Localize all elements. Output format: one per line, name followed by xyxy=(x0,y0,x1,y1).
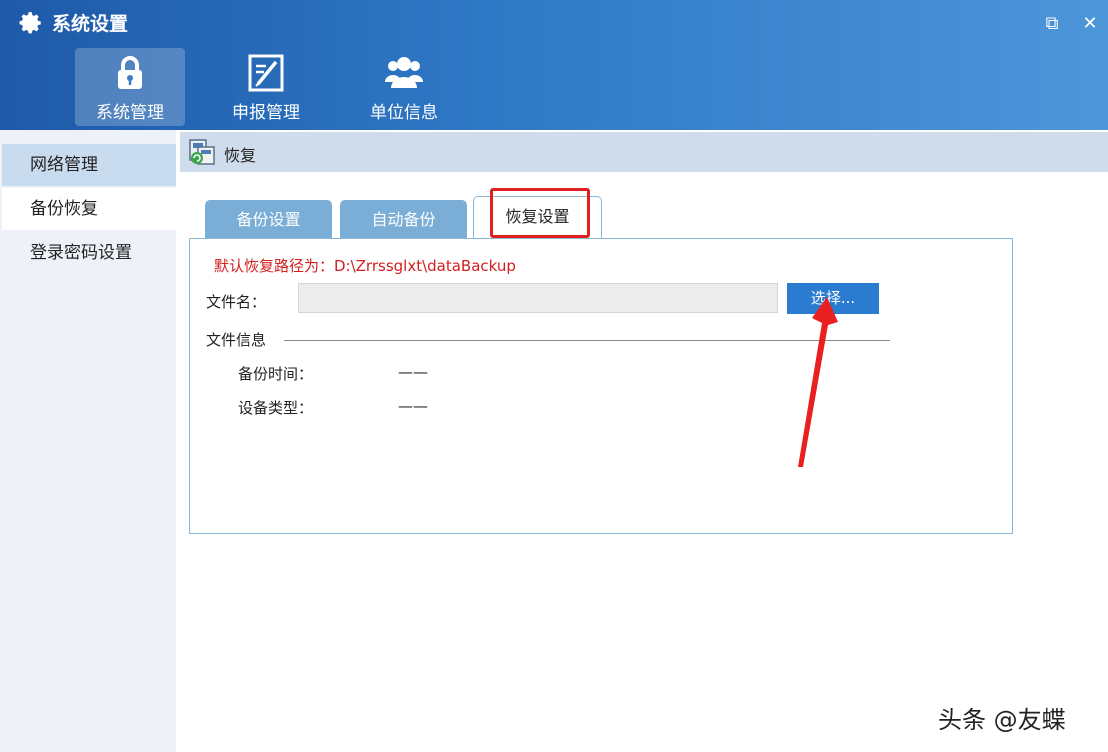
watermark: 头条 @友蝶 xyxy=(938,706,1066,734)
breadcrumb-label: 恢复 xyxy=(224,146,257,165)
choose-file-button[interactable]: 选择... xyxy=(787,283,879,314)
window-title: 系统设置 xyxy=(52,13,129,35)
tab-backup-settings[interactable]: 备份设置 xyxy=(205,200,332,240)
restore-icon xyxy=(189,139,215,165)
filename-label: 文件名： xyxy=(206,293,267,311)
backup-time-label: 备份时间： xyxy=(238,365,314,383)
content-area: 恢复 备份设置 自动备份 恢复设置 默认恢复路径为：D:\Zrrssglxt\d… xyxy=(176,130,1108,752)
main-tab-system-management[interactable]: 系统管理 xyxy=(75,48,185,126)
header-bar: 系统设置 ⧉ ✕ 系统管理 申报管理 单位信息 xyxy=(0,0,1108,130)
divider xyxy=(284,340,890,341)
lock-icon xyxy=(118,56,142,89)
main-tab-unit-info[interactable]: 单位信息 xyxy=(349,48,459,126)
annotation-highlight-box xyxy=(490,188,590,238)
main-tab-label: 单位信息 xyxy=(370,103,438,123)
default-restore-path: 默认恢复路径为：D:\Zrrssglxt\dataBackup xyxy=(214,257,516,275)
sidebar-item-login-password[interactable]: 登录密码设置 xyxy=(2,232,176,274)
restore-window-button[interactable]: ⧉ xyxy=(1040,12,1064,36)
sidebar-item-network-management[interactable]: 网络管理 xyxy=(2,144,176,186)
restore-settings-panel: 默认恢复路径为：D:\Zrrssglxt\dataBackup 文件名： 选择.… xyxy=(189,238,1013,534)
tab-auto-backup[interactable]: 自动备份 xyxy=(340,200,467,240)
main-tab-declaration-management[interactable]: 申报管理 xyxy=(211,48,321,126)
system-settings-window: 系统设置 ⧉ ✕ 系统管理 申报管理 单位信息 网络管理 备份恢复 登录密码设置… xyxy=(0,0,1108,752)
users-icon xyxy=(385,57,423,88)
backup-time-value: —— xyxy=(398,363,428,381)
main-tab-label: 系统管理 xyxy=(96,103,164,123)
device-type-value: —— xyxy=(398,397,428,415)
close-window-button[interactable]: ✕ xyxy=(1078,12,1102,36)
filename-input[interactable] xyxy=(298,283,778,313)
sidebar-item-backup-restore[interactable]: 备份恢复 xyxy=(2,188,176,230)
device-type-label: 设备类型： xyxy=(238,399,314,417)
sidebar: 网络管理 备份恢复 登录密码设置 xyxy=(0,130,176,752)
edit-document-icon xyxy=(248,54,284,92)
main-tab-label: 申报管理 xyxy=(232,103,300,123)
breadcrumb: 恢复 xyxy=(180,132,1108,172)
file-info-title: 文件信息 xyxy=(206,331,267,349)
gear-icon xyxy=(19,12,41,34)
